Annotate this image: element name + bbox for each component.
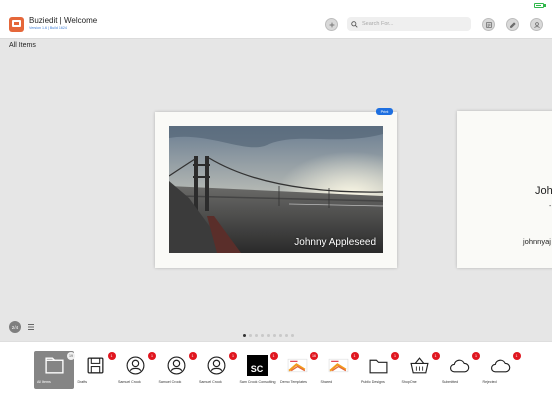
search-input[interactable] [362, 21, 462, 27]
dock-item[interactable]: Samuel Crook 1 [196, 351, 237, 389]
newspaper-icon [485, 21, 492, 28]
business-card-preview[interactable]: Johnny Appleseed [155, 112, 397, 268]
news-button[interactable] [482, 18, 495, 31]
count-badge: 19 [67, 352, 75, 360]
dock-item-label: Public Designs [361, 380, 385, 384]
plus-icon [329, 22, 334, 27]
sc-logo-icon: SC [246, 355, 268, 376]
next-card-separator: - [549, 203, 552, 210]
cloud-icon [490, 355, 511, 376]
page-dot[interactable] [267, 334, 270, 337]
dock-item-label: ShopOne [401, 380, 417, 384]
person-icon [166, 355, 187, 376]
count-badge: 1 [472, 352, 480, 360]
status-bar [0, 0, 552, 12]
card-thumbnail-icon [328, 355, 349, 376]
dock-item-label: Samuel Crook [118, 380, 141, 384]
app-version: Version 1.6 | Build 1624 [29, 26, 67, 30]
dock-item[interactable]: ShopOne 1 [399, 351, 440, 389]
section-title: All Items [9, 42, 36, 49]
business-card-next[interactable]: Joh - johnnyaj [457, 111, 552, 268]
dock-item[interactable]: Rejected 1 [480, 351, 521, 389]
folder-outline-icon [368, 355, 389, 376]
page-dot[interactable] [279, 334, 282, 337]
dock-item[interactable]: SC Sam Crook Consulting 1 [237, 351, 278, 389]
add-button[interactable] [325, 18, 338, 31]
dock-item[interactable]: Drafts 1 [75, 351, 116, 389]
top-navigation-bar: Buziedit | Welcome Version 1.6 | Build 1… [0, 12, 552, 39]
card-photo: Johnny Appleseed [169, 126, 383, 253]
dock-item[interactable]: All Items 19 [34, 351, 75, 389]
basket-icon [409, 355, 430, 376]
dock-item[interactable]: Samuel Crook 1 [156, 351, 197, 389]
dock-item-label: All Items [37, 380, 51, 384]
dock-item-label: Samuel Crook [158, 380, 182, 384]
app-logo-icon [9, 17, 24, 32]
battery-tip [544, 4, 546, 7]
dock-item[interactable]: Submitted 1 [439, 351, 480, 389]
dock-item-label: Samuel Crook [199, 380, 222, 384]
dock-item-label: Rejected [482, 380, 497, 384]
page-count-toggle[interactable]: 2/4 [9, 321, 21, 333]
next-card-email: johnnyaj [523, 237, 551, 246]
card-thumbnail-icon [287, 355, 308, 376]
list-view-icon[interactable] [27, 323, 35, 331]
dock-item-label: Sam Crook Consulting [239, 380, 276, 384]
person-icon [125, 355, 146, 376]
pencil-icon [509, 21, 516, 28]
page-dot[interactable] [291, 334, 294, 337]
folder-icon [44, 355, 65, 376]
next-card-name: Joh [535, 185, 552, 197]
app-title: Buziedit | Welcome [29, 16, 98, 25]
dock-item[interactable]: Shared 1 [318, 351, 359, 389]
print-badge: Print [376, 108, 393, 115]
search-bar[interactable] [347, 17, 471, 31]
bridge-photo [169, 126, 383, 253]
page-dot[interactable] [261, 334, 264, 337]
count-badge: 1 [512, 352, 521, 360]
edit-button[interactable] [506, 18, 519, 31]
dock-item-label: Drafts [77, 380, 88, 384]
page-dot[interactable] [255, 334, 258, 337]
account-button[interactable] [530, 18, 543, 31]
dock-item[interactable]: Demo Templates 16 [277, 351, 318, 389]
collection-dock: All Items 19 Drafts 1 Samuel Crook 1 Samuel Cr… [0, 341, 552, 414]
save-icon [85, 355, 106, 376]
cloud-icon [449, 355, 470, 376]
count-badge: 1 [391, 352, 399, 360]
battery-icon [534, 3, 544, 8]
search-icon [351, 20, 358, 28]
person-icon [206, 355, 227, 376]
page-dot[interactable] [273, 334, 276, 337]
dock-item-label: Submitted [442, 380, 459, 384]
dock-item[interactable]: Public Designs 1 [358, 351, 399, 389]
card-name-text: Johnny Appleseed [294, 237, 376, 248]
dock-item[interactable]: Samuel Crook 1 [115, 351, 156, 389]
page-dot[interactable] [243, 334, 246, 337]
user-icon [533, 21, 540, 28]
page-dot[interactable] [285, 334, 288, 337]
count-badge: 1 [229, 352, 237, 360]
page-dot[interactable] [249, 334, 252, 337]
dock-item-label: Demo Templates [280, 380, 307, 384]
page-indicator[interactable] [243, 334, 294, 337]
count-badge: 16 [310, 352, 318, 360]
dock-item-label: Shared [320, 380, 333, 384]
count-badge: 1 [148, 352, 156, 360]
